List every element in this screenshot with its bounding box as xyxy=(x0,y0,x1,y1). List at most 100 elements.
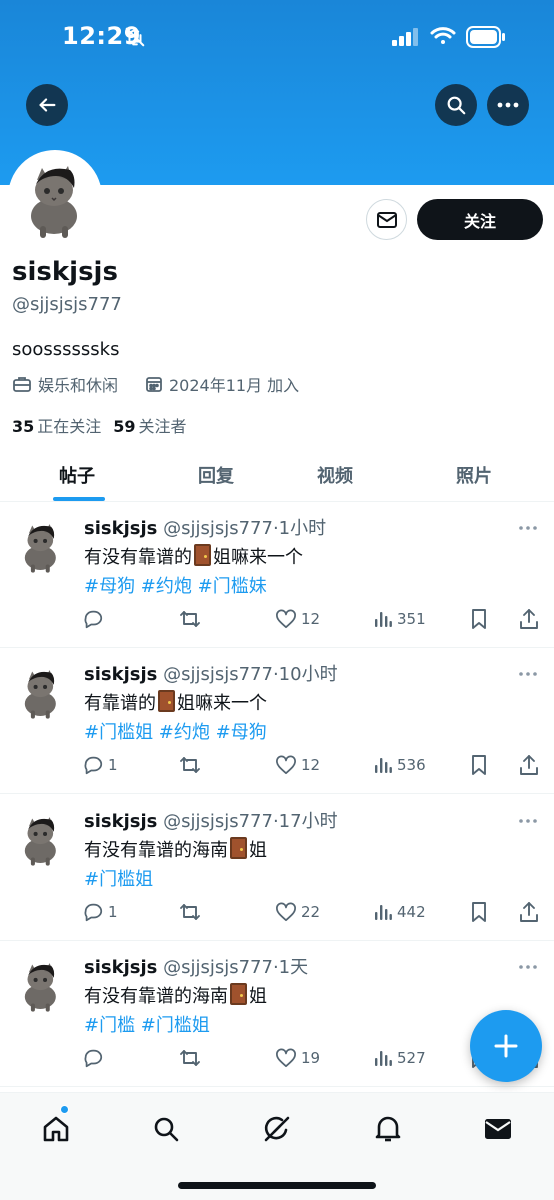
door-emoji-icon xyxy=(230,837,247,859)
repost-icon xyxy=(180,904,200,920)
heart-icon xyxy=(276,755,296,775)
compose-post-button[interactable] xyxy=(470,1010,542,1082)
home-indicator xyxy=(178,1182,376,1189)
post-timestamp[interactable]: ·10小时 xyxy=(273,664,338,685)
post-hashtags[interactable]: #门槛姐 #约炮 #母狗 xyxy=(84,718,267,747)
post-author-name[interactable]: siskjsjs xyxy=(84,664,157,685)
post-more-icon[interactable] xyxy=(518,516,538,535)
profile-handle: @sjjsjsjs777 xyxy=(12,294,122,315)
nav-home[interactable] xyxy=(36,1111,76,1147)
post-hashtags[interactable]: #门槛姐 xyxy=(84,865,267,894)
more-options-button[interactable] xyxy=(487,84,529,126)
share-icon xyxy=(520,609,538,629)
views-count: 351 xyxy=(397,610,426,628)
nav-grok[interactable] xyxy=(257,1111,297,1147)
views-button[interactable]: 351 xyxy=(373,607,426,631)
repost-icon xyxy=(180,611,200,627)
profile-category: 娱乐和休闲 xyxy=(12,372,118,396)
reply-button[interactable] xyxy=(82,607,108,631)
post-timestamp[interactable]: ·17小时 xyxy=(273,811,338,832)
post-timestamp[interactable]: ·1小时 xyxy=(273,518,326,539)
views-count: 536 xyxy=(397,756,426,774)
followers-link[interactable]: 59 关注者 xyxy=(113,413,186,437)
bookmark-icon xyxy=(472,902,486,922)
post-item[interactable]: siskjsjs @sjjsjsjs777·17小时 有没有靠谱的海南姐 #门槛… xyxy=(0,795,554,941)
bookmark-button[interactable] xyxy=(470,753,492,777)
post-header: siskjsjs @sjjsjsjs777·10小时 xyxy=(84,660,338,686)
nav-notifications[interactable] xyxy=(368,1111,408,1147)
post-more-icon[interactable] xyxy=(518,809,538,828)
reply-button[interactable]: 1 xyxy=(82,753,118,777)
repost-button[interactable] xyxy=(178,607,206,631)
door-emoji-icon xyxy=(194,544,211,566)
views-button[interactable]: 536 xyxy=(373,753,426,777)
reply-button[interactable]: 1 xyxy=(82,900,118,924)
profile-bio: soossssssks xyxy=(12,339,120,360)
views-button[interactable]: 527 xyxy=(373,1046,426,1070)
tab-posts[interactable]: 帖子 xyxy=(59,462,95,488)
cat-avatar-image xyxy=(12,154,98,240)
like-button[interactable]: 12 xyxy=(275,753,320,777)
tab-photos[interactable]: 照片 xyxy=(456,462,492,488)
reply-count: 1 xyxy=(108,903,118,921)
post-timestamp[interactable]: ·1天 xyxy=(273,957,308,978)
post-avatar[interactable] xyxy=(12,662,70,720)
repost-icon xyxy=(180,1050,200,1066)
post-header: siskjsjs @sjjsjsjs777·17小时 xyxy=(84,807,338,833)
search-icon xyxy=(447,96,466,115)
like-button[interactable]: 22 xyxy=(275,900,320,924)
post-author-name[interactable]: siskjsjs xyxy=(84,518,157,539)
bookmark-button[interactable] xyxy=(470,607,492,631)
following-link[interactable]: 35 正在关注 xyxy=(12,413,101,437)
like-button[interactable]: 19 xyxy=(275,1046,320,1070)
share-button[interactable] xyxy=(519,753,543,777)
bookmark-icon xyxy=(472,609,486,629)
reply-icon xyxy=(84,756,103,775)
post-item[interactable]: siskjsjs @sjjsjsjs777·10小时 有靠谱的 姐嘛来一个 #门槛… xyxy=(0,648,554,794)
views-icon xyxy=(375,905,392,920)
reply-count: 1 xyxy=(108,756,118,774)
profile-avatar[interactable] xyxy=(8,150,102,244)
like-count: 19 xyxy=(301,1049,321,1067)
back-button[interactable] xyxy=(26,84,68,126)
post-item[interactable]: siskjsjs @sjjsjsjs777·1天 有没有靠谱的海南姐 #门槛 #… xyxy=(0,941,554,1087)
follow-button[interactable]: 关注 xyxy=(417,199,543,240)
like-count: 12 xyxy=(301,756,321,774)
like-button[interactable]: 12 xyxy=(275,607,320,631)
views-button[interactable]: 442 xyxy=(373,900,426,924)
post-author-name[interactable]: siskjsjs xyxy=(84,957,157,978)
post-more-icon[interactable] xyxy=(518,662,538,681)
like-count: 22 xyxy=(301,903,321,921)
calendar-icon xyxy=(146,377,162,392)
repost-button[interactable] xyxy=(178,1046,206,1070)
post-text-after: 姐嘛来一个 xyxy=(177,693,267,714)
tab-videos[interactable]: 视频 xyxy=(317,462,353,488)
reply-button[interactable] xyxy=(82,1046,108,1070)
more-icon xyxy=(497,102,519,108)
post-text-before: 有没有靠谱的海南 xyxy=(84,840,228,861)
post-avatar[interactable] xyxy=(12,809,70,867)
repost-button[interactable] xyxy=(178,753,206,777)
post-more-icon[interactable] xyxy=(518,955,538,974)
search-button[interactable] xyxy=(435,84,477,126)
post-actions: 1 12 536 xyxy=(82,753,542,777)
post-body: 有靠谱的 姐嘛来一个 xyxy=(84,689,267,718)
followers-count: 59 xyxy=(113,417,136,436)
views-icon xyxy=(375,758,392,773)
nav-messages[interactable] xyxy=(478,1111,518,1147)
post-avatar[interactable] xyxy=(12,516,70,574)
nav-explore[interactable] xyxy=(146,1111,186,1147)
repost-button[interactable] xyxy=(178,900,206,924)
share-button[interactable] xyxy=(519,900,543,924)
post-hashtags[interactable]: #门槛 #门槛姐 xyxy=(84,1011,267,1040)
post-author-name[interactable]: siskjsjs xyxy=(84,811,157,832)
post-author-handle: @sjjsjsjs777 xyxy=(163,664,273,685)
post-hashtags[interactable]: #母狗 #约炮 #门槛妹 xyxy=(84,572,303,601)
share-button[interactable] xyxy=(519,607,543,631)
post-body: 有没有靠谱的海南姐 xyxy=(84,836,267,865)
post-avatar[interactable] xyxy=(12,955,70,1013)
tab-replies[interactable]: 回复 xyxy=(198,462,234,488)
post-item[interactable]: siskjsjs @sjjsjsjs777·1小时 有没有靠谱的 姐嘛来一个 #母… xyxy=(0,502,554,648)
message-button[interactable] xyxy=(366,199,407,240)
bookmark-button[interactable] xyxy=(470,900,492,924)
